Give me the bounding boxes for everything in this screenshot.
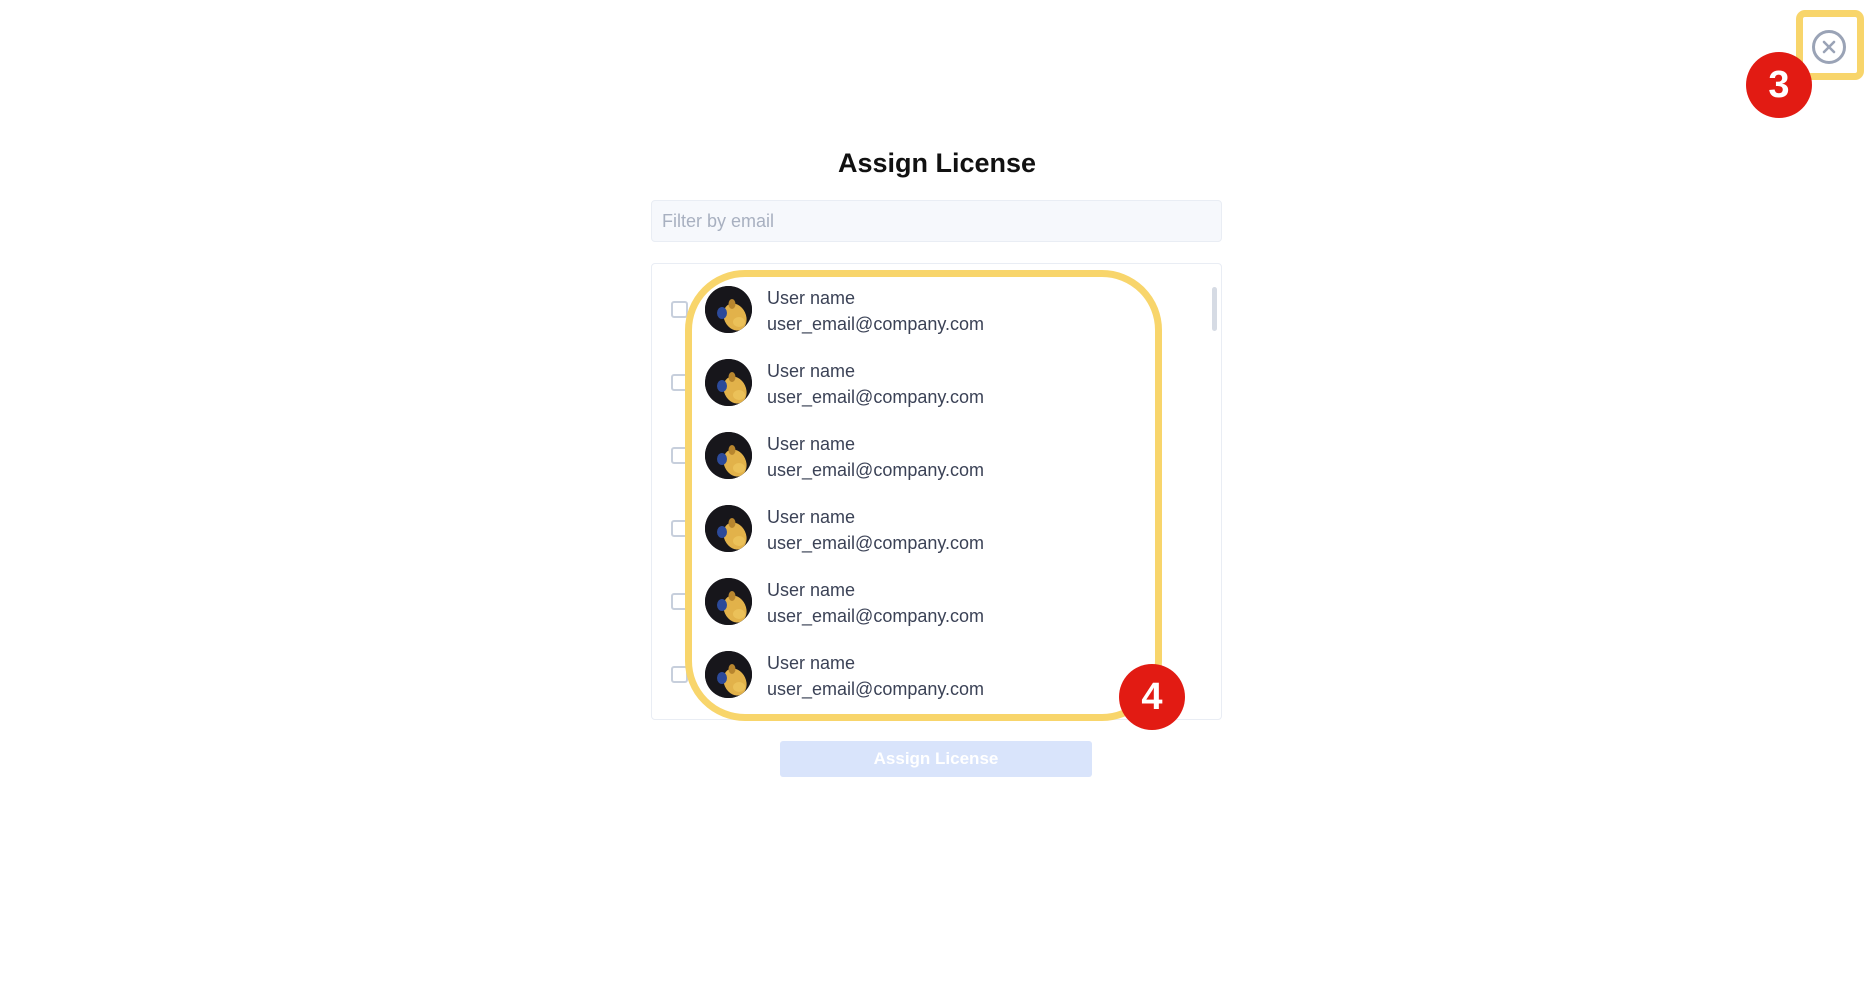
user-checkbox[interactable] <box>671 593 688 610</box>
user-avatar <box>705 359 752 406</box>
user-name: User name <box>767 507 856 527</box>
user-row[interactable]: User name user_email@company.com <box>652 347 1192 420</box>
step-marker-3: 3 <box>1746 52 1812 118</box>
user-avatar <box>705 286 752 333</box>
user-email: user_email@company.com <box>767 679 985 699</box>
user-row[interactable]: User name user_email@company.com <box>652 566 1192 639</box>
user-avatar <box>705 432 752 479</box>
user-email: user_email@company.com <box>767 387 985 407</box>
user-row[interactable]: User name user_email@company.com <box>652 420 1192 493</box>
dialog-title: Assign License <box>837 148 1037 178</box>
filter-by-email-input[interactable] <box>651 200 1222 242</box>
close-button[interactable] <box>1812 30 1846 64</box>
user-checkbox[interactable] <box>671 301 688 318</box>
user-name: User name <box>767 288 856 308</box>
assign-license-page: 3 Assign License User name user_email@com… <box>0 0 1874 990</box>
user-name: User name <box>767 434 856 454</box>
user-checkbox[interactable] <box>671 447 688 464</box>
user-name: User name <box>767 653 856 673</box>
close-icon <box>1822 40 1836 54</box>
user-email: user_email@company.com <box>767 533 985 553</box>
step-marker-4: 4 <box>1119 664 1185 730</box>
user-row[interactable]: User name user_email@company.com <box>652 639 1192 712</box>
user-checkbox[interactable] <box>671 374 688 391</box>
user-row[interactable]: User name user_email@company.com <box>652 274 1192 347</box>
assign-license-button[interactable]: Assign License <box>780 741 1092 777</box>
user-list[interactable]: User name user_email@company.com User name… <box>651 263 1222 720</box>
user-name: User name <box>767 580 856 600</box>
user-name: User name <box>767 361 856 381</box>
user-avatar <box>705 651 752 698</box>
user-email: user_email@company.com <box>767 460 985 480</box>
user-row[interactable]: User name user_email@company.com <box>652 493 1192 566</box>
scrollbar-thumb[interactable] <box>1212 287 1217 331</box>
user-avatar <box>705 505 752 552</box>
user-email: user_email@company.com <box>767 314 985 334</box>
user-checkbox[interactable] <box>671 666 688 683</box>
user-email: user_email@company.com <box>767 606 985 626</box>
user-avatar <box>705 578 752 625</box>
user-checkbox[interactable] <box>671 520 688 537</box>
